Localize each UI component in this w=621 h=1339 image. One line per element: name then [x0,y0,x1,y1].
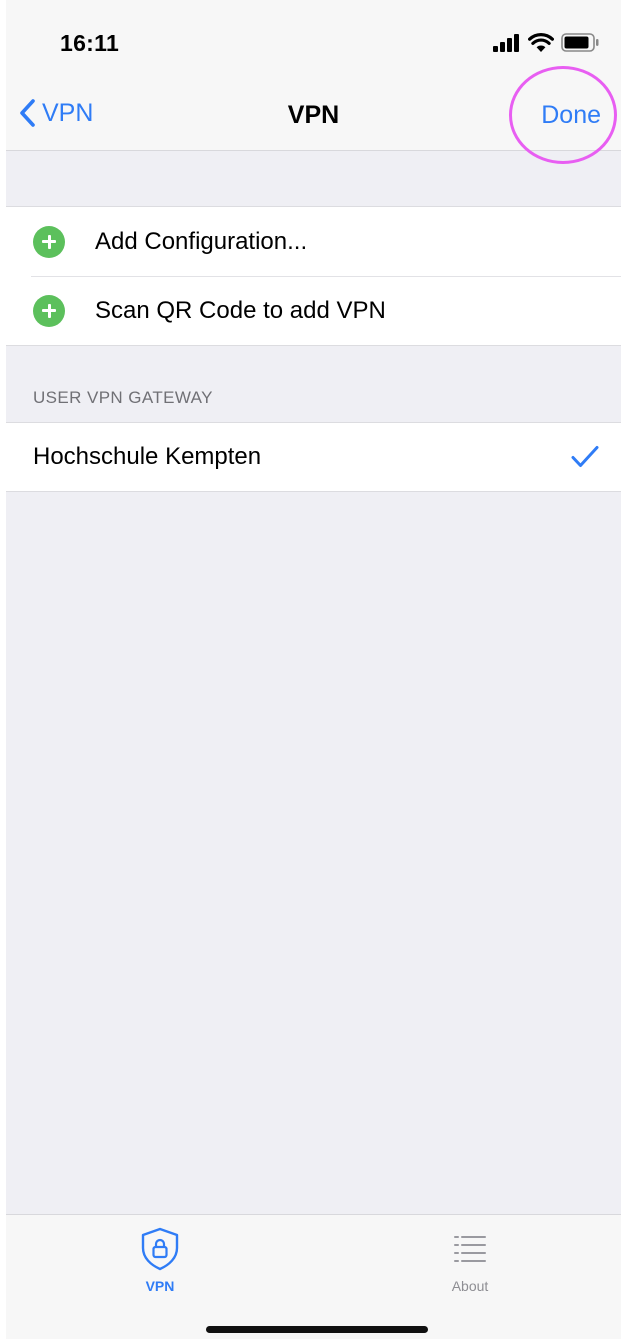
plus-circle-icon [33,225,65,258]
add-vpn-group: Add Configuration... Scan QR Code to add… [6,206,621,346]
list-icon [454,1236,486,1262]
tab-vpn[interactable]: VPN [100,1227,220,1294]
screen: 16:11 VPN VPN Done Add Configuration... … [6,0,621,1339]
home-indicator[interactable] [206,1326,428,1333]
status-time: 16:11 [60,30,120,56]
page-title: VPN [287,101,340,129]
tab-vpn-label: VPN [145,1278,175,1294]
tab-about[interactable]: About [410,1227,530,1294]
battery-icon [561,33,599,52]
status-icons [493,33,599,52]
scan-qr-code-label: Scan QR Code to add VPN [95,296,386,324]
done-button[interactable]: Done [541,101,601,130]
add-configuration-row[interactable]: Add Configuration... [6,207,621,276]
gateway-label: Hochschule Kempten [33,443,262,470]
tab-about-label: About [451,1278,489,1294]
gateway-group: Hochschule Kempten [6,422,621,492]
user-vpn-gateway-header: USER VPN GATEWAY [33,388,213,407]
checkmark-icon [571,446,599,467]
navigation-bar: VPN VPN Done [6,66,621,164]
cellular-signal-icon [493,33,519,52]
add-configuration-label: Add Configuration... [95,227,308,255]
tab-bar: VPN About [6,1214,621,1339]
scan-qr-code-row[interactable]: Scan QR Code to add VPN [6,276,621,345]
plus-circle-icon [33,294,65,327]
wifi-icon [528,33,554,52]
gateway-row-hochschule-kempten[interactable]: Hochschule Kempten [6,423,621,491]
status-bar: 16:11 [6,0,621,80]
shield-lock-icon [141,1227,179,1271]
